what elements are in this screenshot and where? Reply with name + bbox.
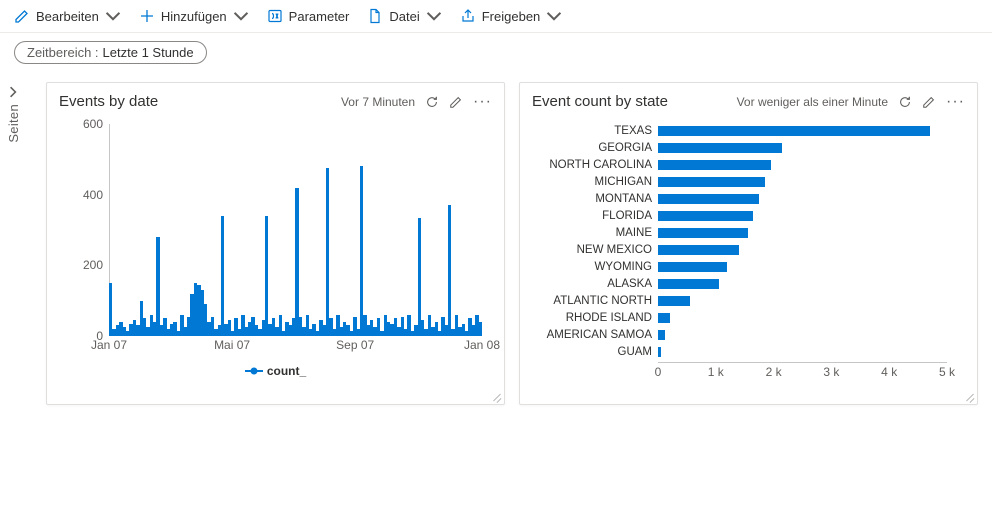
share-menu[interactable]: Freigeben	[460, 8, 563, 24]
card-events-by-date: Events by date Vor 7 Minuten ··· 0200400…	[46, 82, 505, 405]
card-title: Event count by state	[532, 93, 668, 110]
x-tick: 0	[655, 365, 662, 379]
dashboard-cards: Events by date Vor 7 Minuten ··· 0 200 400…	[26, 72, 992, 425]
legend-label: count_	[267, 364, 306, 378]
refresh-icon[interactable]	[898, 95, 912, 109]
chart-legend: count_	[59, 364, 492, 378]
bar-label: MONTANA	[532, 193, 658, 205]
parameter-icon	[267, 8, 283, 24]
pencil-icon[interactable]	[922, 95, 936, 109]
file-icon	[367, 8, 383, 24]
bar-row: TEXAS	[532, 122, 947, 139]
side-panel-toggle[interactable]: Seiten	[0, 72, 26, 425]
add-label: Hinzufügen	[161, 9, 227, 24]
time-range-label: Zeitbereich :	[27, 45, 99, 60]
time-range-pill[interactable]: Zeitbereich : Letzte 1 Stunde	[14, 41, 207, 64]
chart-event-count-by-state: TEXAS GEORGIA NORTH CAROLINA MICHIGAN MONTAN…	[532, 116, 965, 386]
resize-handle[interactable]	[963, 390, 975, 402]
add-menu[interactable]: Hinzufügen	[139, 8, 249, 24]
refresh-icon[interactable]	[425, 95, 439, 109]
x-tick: 4 k	[881, 365, 897, 379]
bar-row: MAINE	[532, 224, 947, 241]
bar-label: TEXAS	[532, 125, 658, 137]
bar-row: AMERICAN SAMOA	[532, 326, 947, 343]
x-tick: Sep 07	[336, 338, 374, 352]
bar-label: AMERICAN SAMOA	[532, 329, 658, 341]
bar-label: WYOMING	[532, 261, 658, 273]
card-timestamp: Vor 7 Minuten	[341, 95, 415, 109]
time-range-value: Letzte 1 Stunde	[103, 45, 194, 60]
chevron-down-icon	[426, 8, 442, 24]
y-tick: 200	[83, 258, 103, 272]
bar-label: FLORIDA	[532, 210, 658, 222]
chart-events-by-date: 0200400600 Jan 07Mai 07Sep 07Jan 08 coun…	[59, 116, 492, 376]
bar-row: RHODE ISLAND	[532, 309, 947, 326]
side-panel-label: Seiten	[6, 104, 21, 143]
plus-icon	[139, 8, 155, 24]
share-label: Freigeben	[482, 9, 541, 24]
bar-row: GEORGIA	[532, 139, 947, 156]
bar-label: ALASKA	[532, 278, 658, 290]
pencil-icon[interactable]	[449, 95, 463, 109]
card-title: Events by date	[59, 93, 158, 110]
y-tick: 400	[83, 188, 103, 202]
bar-label: NEW MEXICO	[532, 244, 658, 256]
card-timestamp: Vor weniger als einer Minute	[737, 95, 888, 109]
bar-row: GUAM	[532, 343, 947, 358]
share-icon	[460, 8, 476, 24]
parameter-label: Parameter	[289, 9, 350, 24]
x-tick: 2 k	[766, 365, 782, 379]
bar-row: NEW MEXICO	[532, 241, 947, 258]
y-tick: 600	[83, 117, 103, 131]
x-tick: Jan 08	[464, 338, 500, 352]
bar-row: MICHIGAN	[532, 173, 947, 190]
bar-row: ALASKA	[532, 275, 947, 292]
x-tick: Mai 07	[214, 338, 250, 352]
filter-row: Zeitbereich : Letzte 1 Stunde	[0, 33, 992, 72]
x-tick: Jan 07	[91, 338, 127, 352]
toolbar: Bearbeiten Hinzufügen Parameter Datei Fr…	[0, 0, 992, 33]
card-event-count-by-state: Event count by state Vor weniger als ein…	[519, 82, 978, 405]
pencil-icon	[14, 8, 30, 24]
chevron-down-icon	[546, 8, 562, 24]
more-icon[interactable]: ···	[473, 97, 492, 107]
chevron-right-icon	[7, 86, 19, 98]
bar-label: MICHIGAN	[532, 176, 658, 188]
resize-handle[interactable]	[490, 390, 502, 402]
bar-label: ATLANTIC NORTH	[532, 295, 658, 307]
bar-label: GUAM	[532, 346, 658, 358]
bar-row: FLORIDA	[532, 207, 947, 224]
x-tick: 5 k	[939, 365, 955, 379]
bar-row: MONTANA	[532, 190, 947, 207]
bar-row: NORTH CAROLINA	[532, 156, 947, 173]
chevron-down-icon	[233, 8, 249, 24]
bar-row: WYOMING	[532, 258, 947, 275]
bar-row: ATLANTIC NORTH	[532, 292, 947, 309]
bar-label: RHODE ISLAND	[532, 312, 658, 324]
bar-label: MAINE	[532, 227, 658, 239]
file-menu[interactable]: Datei	[367, 8, 441, 24]
x-tick: 3 k	[823, 365, 839, 379]
bar-label: GEORGIA	[532, 142, 658, 154]
x-tick: 1 k	[708, 365, 724, 379]
edit-menu[interactable]: Bearbeiten	[14, 8, 121, 24]
parameter-button[interactable]: Parameter	[267, 8, 350, 24]
file-label: Datei	[389, 9, 419, 24]
chevron-down-icon	[105, 8, 121, 24]
bar-label: NORTH CAROLINA	[532, 159, 658, 171]
more-icon[interactable]: ···	[946, 97, 965, 107]
edit-label: Bearbeiten	[36, 9, 99, 24]
